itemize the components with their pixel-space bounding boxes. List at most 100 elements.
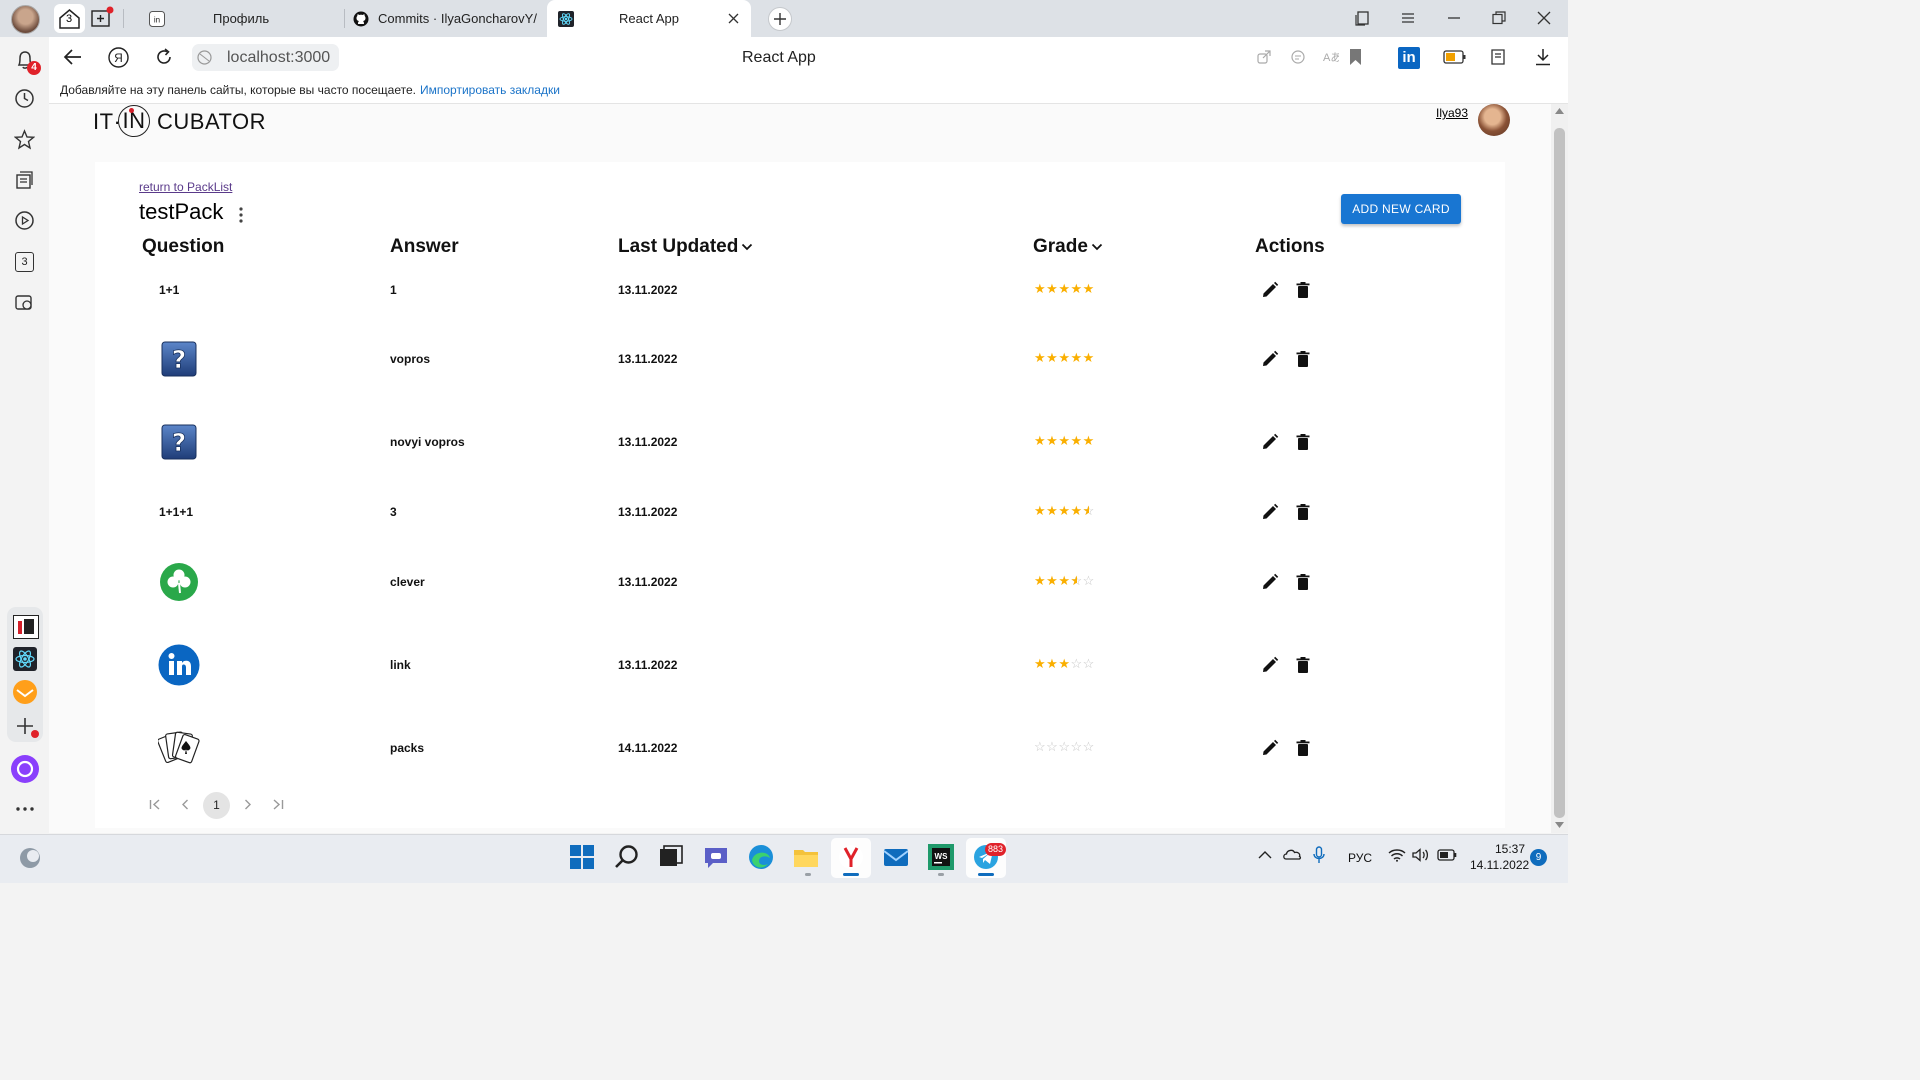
wifi-icon[interactable] xyxy=(1388,848,1406,862)
rating-star-icon[interactable]: ★ xyxy=(1034,433,1046,448)
battery-saver-icon[interactable] xyxy=(1443,50,1467,64)
screenshot-camera-icon[interactable] xyxy=(14,292,36,313)
more-vertical-icon[interactable] xyxy=(236,206,246,224)
edit-pencil-icon[interactable] xyxy=(1261,281,1279,299)
share-icon[interactable] xyxy=(1256,49,1272,65)
delete-trash-icon[interactable] xyxy=(1294,573,1312,591)
downloads-icon[interactable] xyxy=(1535,48,1551,66)
grade-rating[interactable]: ★★★★★ xyxy=(1034,433,1095,449)
site-info-icon[interactable] xyxy=(197,50,212,65)
yandex-icon[interactable]: Я xyxy=(108,47,129,68)
column-header-last-updated[interactable]: Last Updated xyxy=(618,236,753,258)
scrollbar-thumb[interactable] xyxy=(1554,128,1565,818)
rating-star-icon[interactable]: ★ xyxy=(1034,573,1046,588)
delete-trash-icon[interactable] xyxy=(1294,433,1312,451)
rating-star-icon[interactable]: ☆ xyxy=(1070,739,1082,754)
grade-rating[interactable]: ★★★★★ xyxy=(1034,281,1095,297)
rating-star-icon[interactable]: ☆ xyxy=(1070,656,1082,671)
mail-app-icon[interactable] xyxy=(13,680,37,704)
task-view-icon[interactable] xyxy=(656,842,686,872)
rating-star-icon[interactable]: ★ xyxy=(1083,350,1095,365)
rating-star-icon[interactable]: ★ xyxy=(1058,503,1070,518)
rating-star-icon[interactable]: ★ xyxy=(1070,433,1082,448)
sidebar-tabs-counter[interactable]: 3 xyxy=(15,252,34,272)
video-play-icon[interactable] xyxy=(14,210,35,231)
clock-time[interactable]: 15:37 xyxy=(1495,842,1525,856)
add-app-icon[interactable] xyxy=(15,716,39,740)
microphone-icon[interactable] xyxy=(1313,846,1325,864)
tab-commits[interactable]: Commits · IlyaGoncharovY/ xyxy=(353,5,539,33)
back-arrow-icon[interactable] xyxy=(63,48,83,66)
collections-icon[interactable] xyxy=(1489,48,1507,66)
grade-rating[interactable]: ★★★★★ xyxy=(1034,350,1095,366)
translate-icon[interactable]: Aあ xyxy=(1322,49,1339,65)
history-clock-icon[interactable] xyxy=(14,88,35,109)
rating-star-icon[interactable]: ☆ xyxy=(1058,739,1070,754)
edit-pencil-icon[interactable] xyxy=(1261,573,1279,591)
tray-expand-chevron-icon[interactable] xyxy=(1258,850,1272,860)
rating-star-icon[interactable]: ★ xyxy=(1046,656,1058,671)
rating-star-icon[interactable]: ☆ xyxy=(1083,656,1095,671)
user-avatar[interactable] xyxy=(1478,104,1510,136)
grade-rating[interactable]: ★★★☆☆ xyxy=(1034,573,1095,589)
sidebar-app-it-incubator[interactable] xyxy=(13,615,39,639)
more-dots-icon[interactable] xyxy=(15,804,35,814)
rating-star-icon[interactable]: ★ xyxy=(1046,433,1058,448)
grade-rating[interactable]: ☆☆☆☆☆ xyxy=(1034,739,1095,755)
bookmark-icon[interactable] xyxy=(1349,48,1362,66)
tabs-home-button[interactable]: 3 xyxy=(54,4,85,33)
notes-icon[interactable] xyxy=(14,170,35,191)
rating-star-icon[interactable]: ★ xyxy=(1070,350,1082,365)
rating-star-icon[interactable]: ★ xyxy=(1083,433,1095,448)
restore-icon[interactable] xyxy=(1492,11,1506,25)
rating-star-icon[interactable]: ★ xyxy=(1034,350,1046,365)
close-tab-icon[interactable] xyxy=(728,13,739,24)
weather-widget-icon[interactable] xyxy=(18,846,42,870)
linkedin-extension-icon[interactable]: in xyxy=(1398,47,1420,69)
alice-assistant-icon[interactable] xyxy=(11,755,39,783)
tab-profile[interactable]: in Профиль xyxy=(147,5,337,33)
windows-start-icon[interactable] xyxy=(567,842,597,872)
tab-react-app[interactable]: React App xyxy=(547,0,751,37)
input-language[interactable]: РУС xyxy=(1348,851,1372,865)
delete-trash-icon[interactable] xyxy=(1294,281,1312,299)
return-to-packlist-link[interactable]: return to PackList xyxy=(139,180,232,194)
battery-icon[interactable] xyxy=(1437,849,1457,861)
edit-pencil-icon[interactable] xyxy=(1261,656,1279,674)
previous-page-icon[interactable] xyxy=(181,799,189,810)
rating-star-icon[interactable]: ★ xyxy=(1058,573,1070,588)
reader-icon[interactable] xyxy=(1290,49,1306,65)
rating-star-icon[interactable]: ☆ xyxy=(1070,573,1082,589)
file-explorer-icon[interactable] xyxy=(791,842,821,872)
rating-star-icon[interactable]: ★ xyxy=(1058,350,1070,365)
rating-star-icon[interactable]: ☆ xyxy=(1083,503,1095,519)
add-new-card-button[interactable]: ADD NEW CARD xyxy=(1341,194,1461,224)
last-page-icon[interactable] xyxy=(272,799,284,810)
edit-pencil-icon[interactable] xyxy=(1261,739,1279,757)
rating-star-icon[interactable]: ★ xyxy=(1046,281,1058,296)
new-tab-group-button[interactable] xyxy=(90,6,116,30)
rating-star-icon[interactable]: ★ xyxy=(1034,503,1046,518)
grade-rating[interactable]: ★★★★☆ xyxy=(1034,503,1095,519)
webstorm-icon[interactable]: WS xyxy=(926,842,956,872)
scroll-down-icon[interactable] xyxy=(1555,822,1564,828)
teams-chat-icon[interactable] xyxy=(701,842,731,872)
edge-browser-icon[interactable] xyxy=(746,842,776,872)
edit-pencil-icon[interactable] xyxy=(1261,433,1279,451)
mail-icon[interactable] xyxy=(881,842,911,872)
rating-star-icon[interactable]: ★ xyxy=(1046,350,1058,365)
rating-star-icon[interactable]: ☆ xyxy=(1083,739,1095,754)
rating-star-icon[interactable]: ★ xyxy=(1058,656,1070,671)
rating-star-icon[interactable]: ☆ xyxy=(1083,573,1095,588)
minimize-icon[interactable] xyxy=(1447,11,1461,25)
page-1-button[interactable]: 1 xyxy=(203,792,230,819)
onedrive-cloud-icon[interactable] xyxy=(1282,847,1302,861)
first-page-icon[interactable] xyxy=(149,799,161,810)
delete-trash-icon[interactable] xyxy=(1294,656,1312,674)
scroll-up-icon[interactable] xyxy=(1555,108,1564,114)
rating-star-icon[interactable]: ★ xyxy=(1070,281,1082,296)
edit-pencil-icon[interactable] xyxy=(1261,350,1279,368)
rating-star-icon[interactable]: ★ xyxy=(1058,433,1070,448)
browser-profile-avatar[interactable] xyxy=(11,5,40,34)
clock-date[interactable]: 14.11.2022 xyxy=(1470,858,1529,872)
